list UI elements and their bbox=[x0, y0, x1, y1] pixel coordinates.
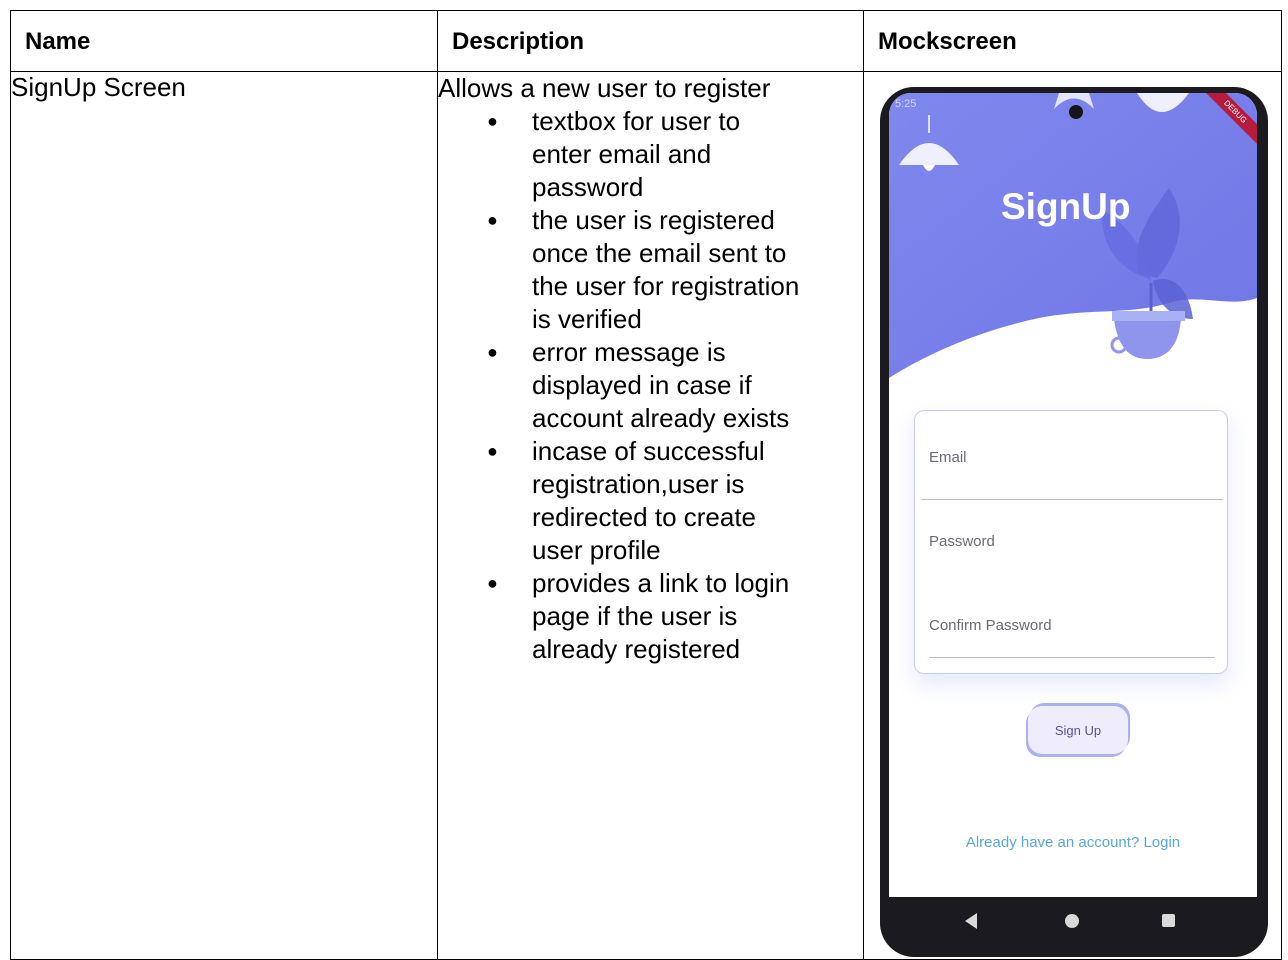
header-description: Description bbox=[437, 10, 864, 72]
description-bullets: ● textbox for user to enter email and pass… bbox=[438, 105, 863, 666]
spec-table: Name Description Mockscreen SignUp Scree… bbox=[10, 10, 1282, 960]
confirm-underline bbox=[929, 657, 1215, 658]
email-field[interactable]: Email bbox=[929, 449, 967, 466]
signup-form: Email Password Confirm Password bbox=[914, 410, 1228, 674]
confirm-password-field[interactable]: Confirm Password bbox=[929, 617, 1052, 634]
list-item: ● provides a link to login page if the us… bbox=[487, 568, 790, 664]
login-link[interactable]: Already have an account? Login bbox=[889, 834, 1257, 851]
home-icon[interactable] bbox=[1065, 914, 1079, 928]
table-row: SignUp Screen Allows a new user to regis… bbox=[10, 71, 1282, 960]
signup-button[interactable]: Sign Up bbox=[1028, 706, 1128, 754]
list-item: ● the user is registered once the email s… bbox=[487, 205, 800, 334]
list-item: ● incase of successful registration,user … bbox=[487, 436, 765, 565]
screen-description: Allows a new user to register ● textbox … bbox=[437, 71, 864, 960]
header-row: Name Description Mockscreen bbox=[10, 10, 1282, 72]
description-intro: Allows a new user to register bbox=[438, 73, 771, 103]
header-mockscreen: Mockscreen bbox=[863, 10, 1282, 72]
password-field[interactable]: Password bbox=[929, 533, 995, 550]
status-time: 5:25 bbox=[895, 98, 917, 110]
status-bar: 5:25 bbox=[889, 93, 1257, 119]
camera-icon bbox=[1069, 105, 1083, 119]
mockscreen-cell: 5:25 DEBUG SignUp Email Password Confirm… bbox=[863, 71, 1282, 960]
page-title: SignUp bbox=[1001, 186, 1131, 227]
phone-mockup: 5:25 DEBUG SignUp Email Password Confirm… bbox=[880, 87, 1268, 957]
screen-name: SignUp Screen bbox=[10, 71, 438, 960]
header-name: Name bbox=[10, 10, 438, 72]
list-item: ● error message is displayed in case if ac… bbox=[487, 337, 790, 433]
recent-apps-icon[interactable] bbox=[1162, 914, 1175, 927]
android-nav-bar bbox=[889, 897, 1257, 945]
email-underline bbox=[921, 499, 1223, 500]
list-item: ● textbox for user to enter email and pass… bbox=[487, 106, 741, 202]
phone-screen: 5:25 DEBUG SignUp Email Password Confirm… bbox=[889, 93, 1257, 897]
back-icon[interactable] bbox=[965, 913, 977, 929]
